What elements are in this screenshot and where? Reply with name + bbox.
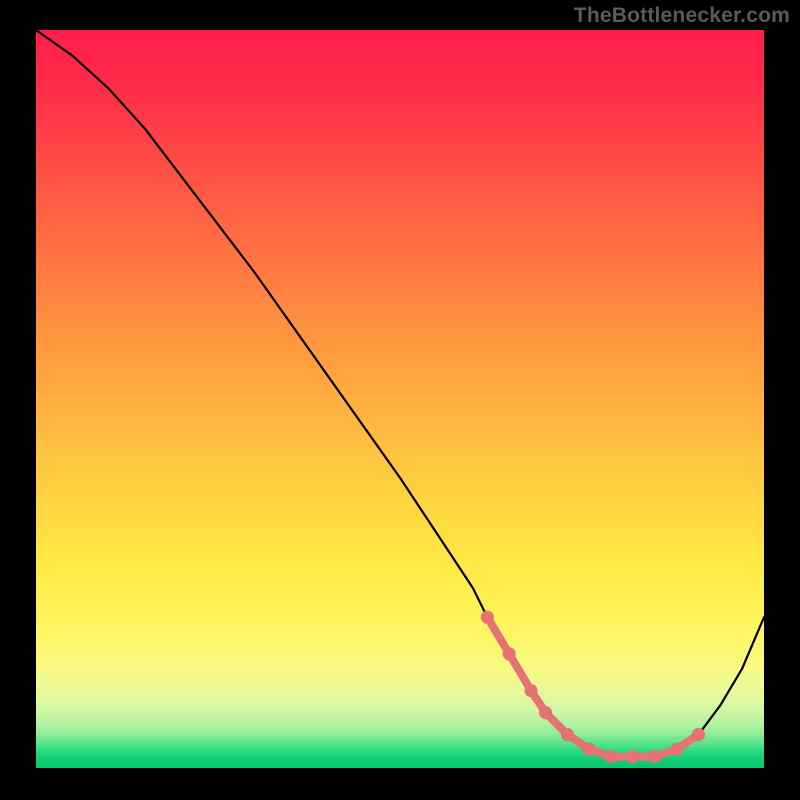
marker-group <box>481 611 705 764</box>
gradient-row <box>36 764 764 768</box>
marker-line <box>487 617 698 756</box>
plot-area <box>36 30 764 764</box>
marker-dot <box>524 684 537 697</box>
marker-dot <box>481 611 494 624</box>
marker-dot <box>648 750 661 763</box>
marker-dot <box>670 743 683 756</box>
marker-dot <box>539 706 552 719</box>
watermark-text: TheBottlenecker.com <box>574 4 790 28</box>
marker-dot <box>583 743 596 756</box>
curve <box>36 30 764 757</box>
marker-dot <box>626 750 639 763</box>
marker-dot <box>503 647 516 660</box>
chart-stage: TheBottlenecker.com <box>0 0 800 800</box>
marker-dot <box>561 728 574 741</box>
chart-svg <box>36 30 764 764</box>
marker-dot <box>605 750 618 763</box>
marker-dot <box>692 728 705 741</box>
